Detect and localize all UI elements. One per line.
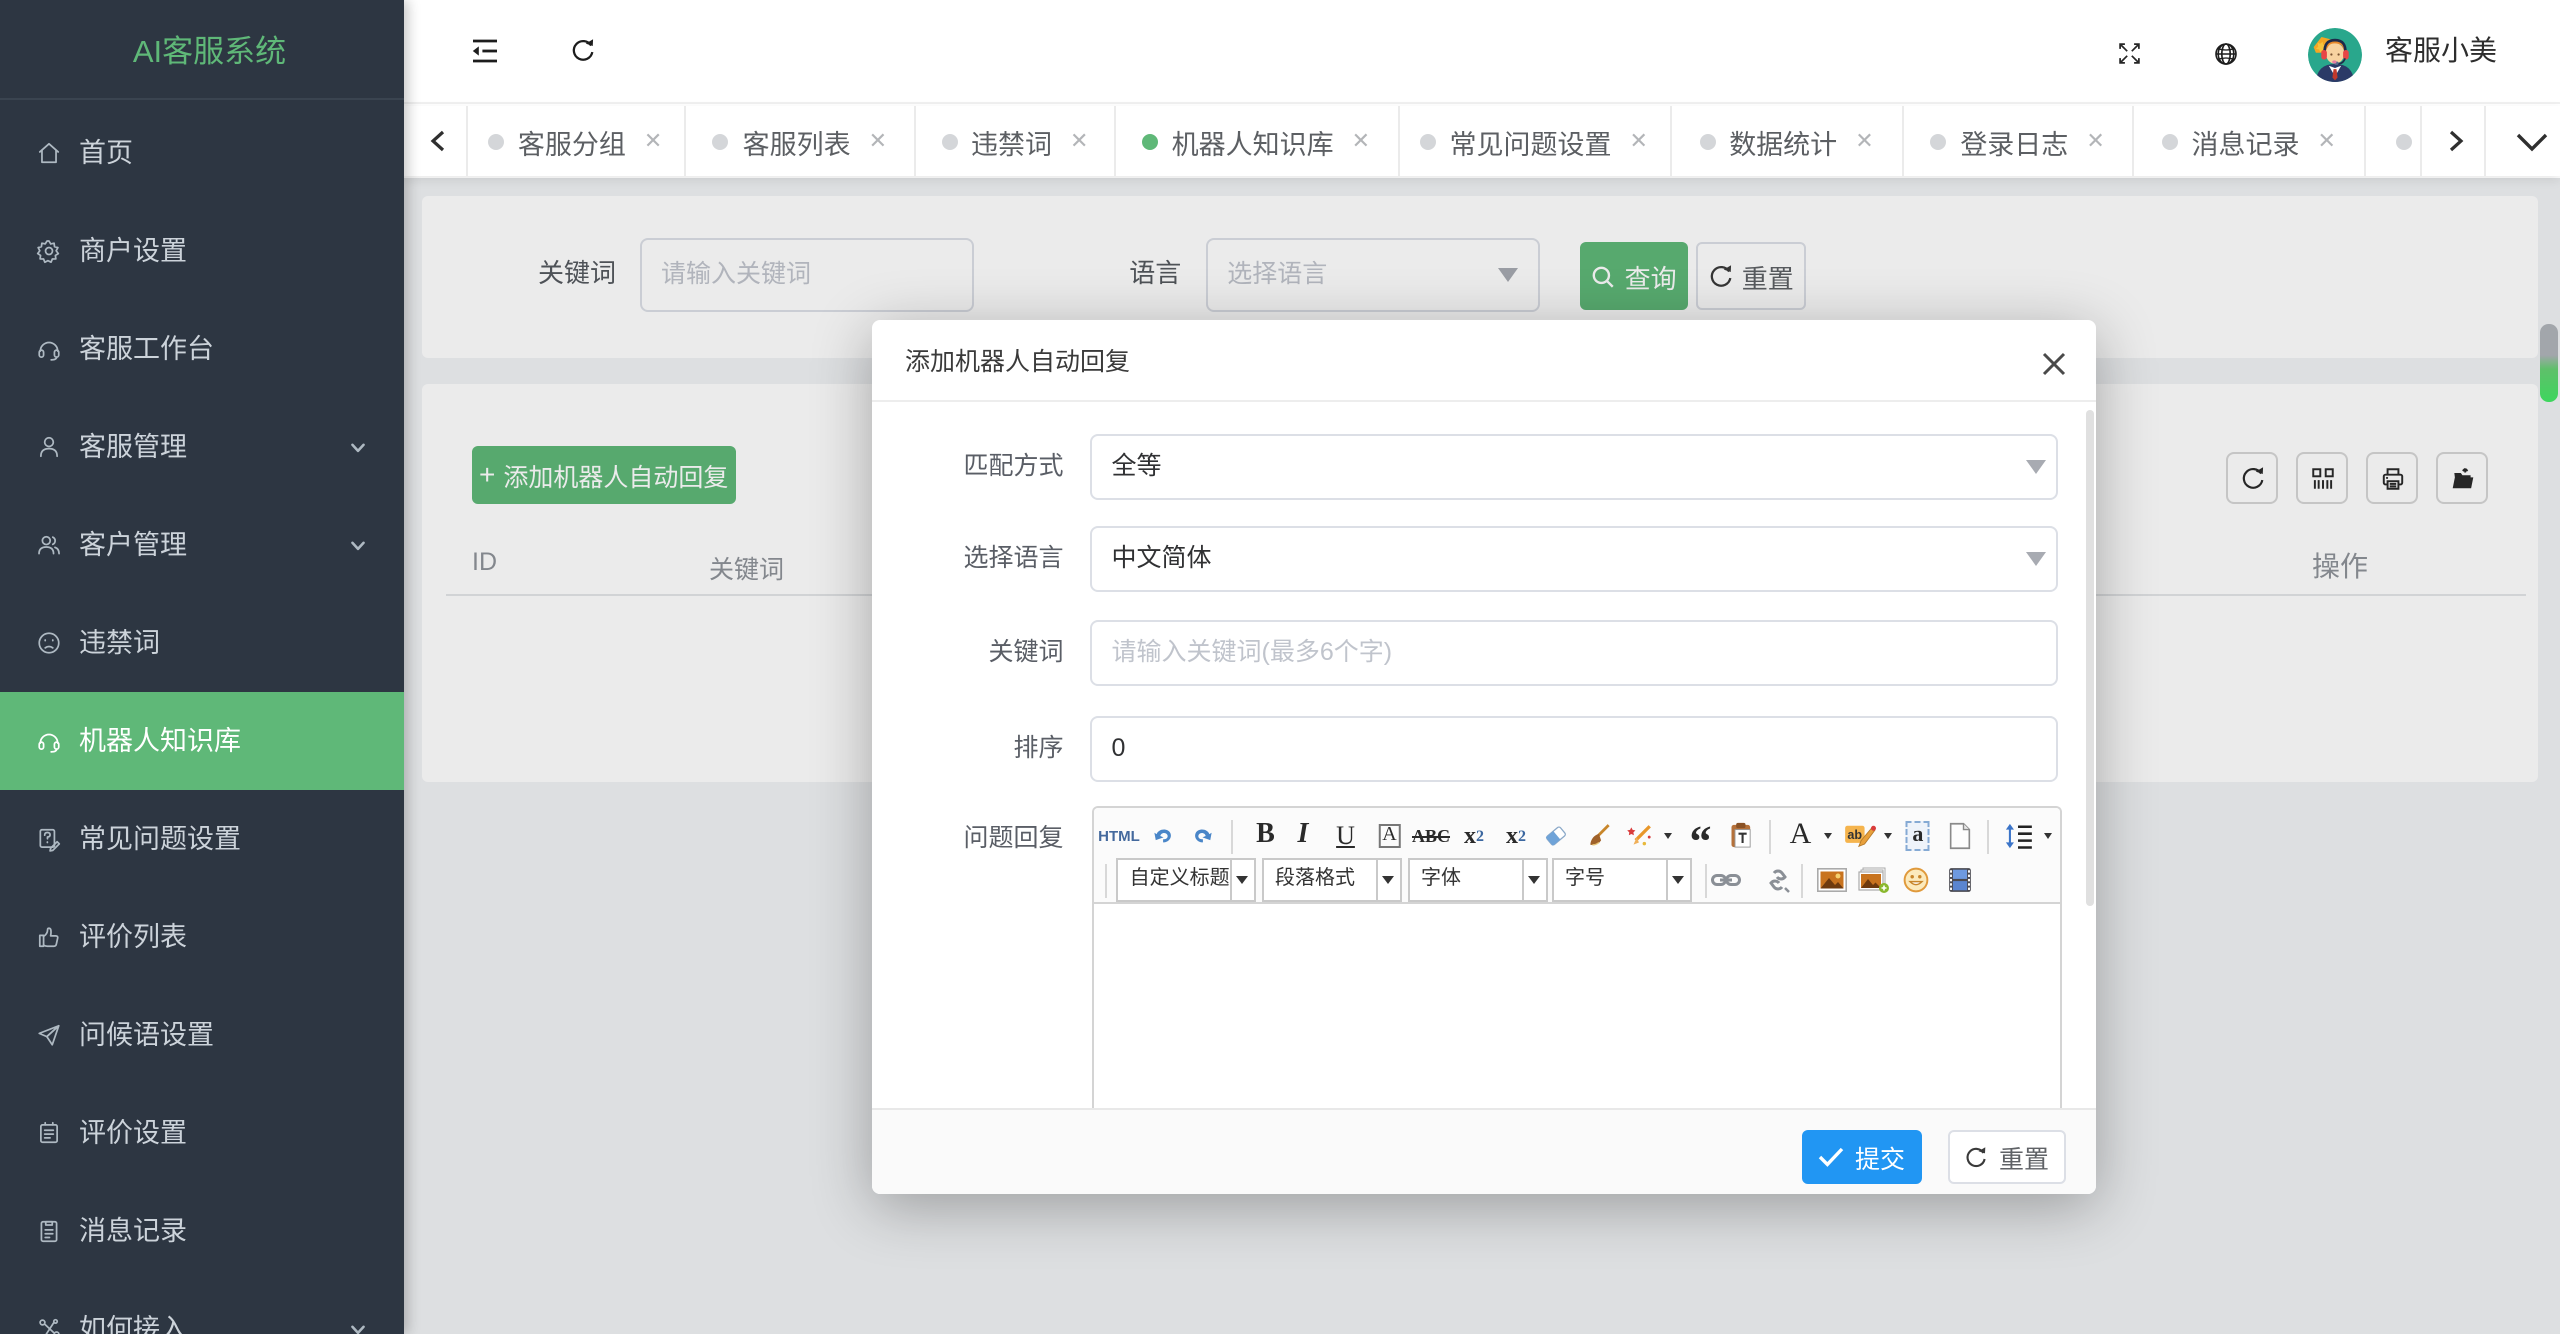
svg-text:ab: ab <box>1848 828 1863 842</box>
